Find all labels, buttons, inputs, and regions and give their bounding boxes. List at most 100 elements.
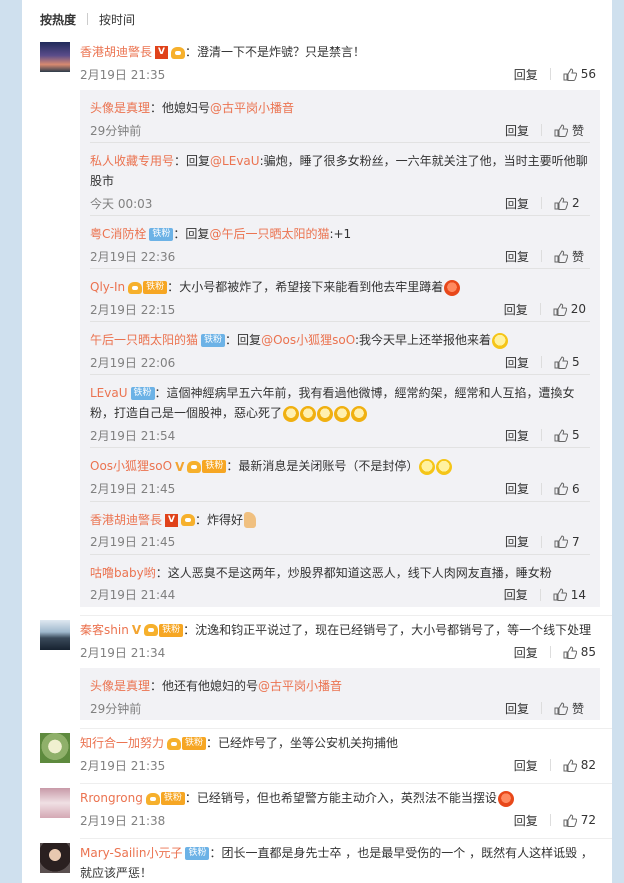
sort-by-hot[interactable]: 按热度 (40, 11, 76, 28)
comment-text: 已经销号，但也希望警方能主动介入，英烈法不能当摆设 (196, 791, 497, 805)
fan-crown-icon (171, 46, 186, 59)
reply-button[interactable]: 回复 (514, 644, 538, 661)
reply-username[interactable]: 午后一只晒太阳的猫 (90, 333, 198, 347)
reply-button[interactable]: 回复 (505, 122, 529, 139)
comment-username[interactable]: 香港胡迪警長 (80, 45, 152, 59)
fan-badge: 铁粉 (202, 460, 227, 473)
thumbs-up-icon[interactable] (554, 701, 568, 715)
reply-button[interactable]: 回复 (514, 757, 538, 774)
angry-emoji-icon (497, 790, 514, 807)
like-count: 56 (580, 67, 596, 81)
reply-button[interactable]: 回复 (505, 533, 529, 550)
sort-bar: 按热度 按时间 (22, 0, 612, 38)
reply-button[interactable]: 回复 (505, 195, 529, 212)
comment-item: Mary-Sailin小元子 铁粉 ：团长一直都是身先士卒 ，也是最早受伤的一个 ，… (22, 839, 612, 883)
reply-button[interactable]: 回复 (504, 586, 528, 603)
comment-text: 沈逸和钧正平说过了，现在已经销号了，大小号都销号了，等一个线下处理 (195, 622, 592, 637)
like-count: 85 (580, 645, 596, 659)
thumbs-up-icon[interactable] (554, 482, 568, 495)
reply-button[interactable]: 回复 (505, 248, 529, 265)
thumbs-up-icon[interactable] (563, 645, 577, 659)
thumbs-up-icon[interactable] (553, 302, 567, 316)
reply-button[interactable]: 回复 (514, 812, 538, 829)
avatar[interactable] (40, 619, 70, 650)
comment-text: 澄清一下不是炸號？只是禁言！ (197, 45, 366, 59)
avatar[interactable] (40, 788, 70, 818)
avatar[interactable] (40, 42, 70, 72)
comment-username[interactable]: 知行合一加努力 (80, 736, 164, 750)
reply-username[interactable]: LEvaU (90, 386, 128, 400)
cry-emoji-icon (334, 405, 351, 422)
reply-list: 头像是真理：他还有他媳妇的号@古平岗小播音 29分钟前 回复赞 (80, 668, 600, 720)
sort-by-time[interactable]: 按时间 (99, 11, 135, 28)
thumbs-up-icon[interactable] (554, 535, 568, 548)
sort-divider (87, 13, 89, 25)
like-count: 82 (580, 758, 596, 772)
cry-emoji-icon (283, 405, 300, 422)
fan-crown-icon (181, 514, 196, 526)
thumbs-up-icon[interactable] (563, 758, 577, 772)
verified-icon: V (175, 459, 185, 474)
thumbs-up-icon[interactable] (554, 355, 568, 369)
fan-badge: 铁粉 (130, 387, 155, 400)
reply-button[interactable]: 回复 (505, 480, 529, 497)
mention-link[interactable]: @LEvaU (210, 154, 260, 168)
cry-emoji-icon (317, 405, 334, 422)
reply-item: Oos小狐狸soO V 铁粉 ：最新消息是关闭账号（不是封停） 2月19日 21:45… (90, 448, 590, 502)
reply-button[interactable]: 回复 (505, 427, 529, 444)
fan-crown-icon (145, 792, 160, 805)
comment-time: 2月19日 21:35 (80, 67, 166, 82)
reply-item: Qly-In 铁粉 ：大小号都被炸了，希望接下来能看到他去牢里蹲着 2月19日 22… (90, 269, 590, 322)
reply-button[interactable]: 回复 (505, 354, 529, 371)
thumbs-up-icon[interactable] (554, 196, 568, 210)
fan-badge: 铁粉 (159, 623, 184, 637)
verified-icon: V (131, 623, 142, 637)
comment-username[interactable]: Rrongrong (80, 791, 143, 805)
reply-username[interactable]: 头像是真理 (90, 101, 150, 115)
mention-link[interactable]: @古平岗小播音 (258, 679, 342, 693)
mention-link[interactable]: @午后一只晒太阳的猫 (209, 227, 329, 241)
thumbs-up-icon[interactable] (554, 249, 568, 263)
avatar[interactable] (40, 733, 70, 763)
comment-text: 已经炸号了，坐等公安机关拘捕他 (218, 736, 399, 750)
comment-item: 知行合一加努力 铁粉 ：已经炸号了，坐等公安机关拘捕他 2月19日 21:35 回复… (22, 729, 612, 777)
fan-badge: 铁粉 (182, 737, 207, 750)
mention-link[interactable]: @古平岗小播音 (210, 101, 294, 115)
reply-button[interactable]: 回复 (514, 66, 538, 83)
thumbs-up-icon[interactable] (563, 67, 577, 81)
thumbs-up-icon[interactable] (554, 123, 568, 137)
reply-item: 午后一只晒太阳的猫 铁粉 ：回复@Oos小狐狸soO:我今天早上还举报他来着 2月1… (90, 322, 590, 375)
thumbs-up-icon[interactable] (554, 428, 568, 442)
fan-badge: 铁粉 (160, 792, 185, 805)
reply-username[interactable]: 香港胡迪警長 (90, 513, 162, 527)
thumbs-up-icon[interactable] (553, 588, 567, 601)
comment-username[interactable]: Mary-Sailin小元子 (80, 846, 182, 860)
reply-item: 头像是真理：他媳妇号@古平岗小播音 29分钟前 回复赞 (90, 90, 590, 143)
reply-username[interactable]: 咕噜baby哟 (90, 566, 156, 580)
reply-username[interactable]: Qly-In (90, 280, 125, 294)
avatar[interactable] (40, 843, 70, 873)
comment-username[interactable]: 秦客shin (80, 623, 129, 637)
reply-item: LEvaU 铁粉 ：這個神經病早五六年前，我有看過他微博，經常約架，經常和人互掐，遭… (90, 375, 590, 448)
cry-emoji-icon (351, 405, 368, 422)
reply-username[interactable]: 私人收藏专用号 (90, 154, 174, 168)
reply-username[interactable]: Oos小狐狸soO (90, 459, 172, 473)
reply-list: 头像是真理：他媳妇号@古平岗小播音 29分钟前 回复赞 私人收藏专用号：回复@LE… (80, 90, 600, 607)
reply-username[interactable]: 粤C消防栓 (90, 227, 146, 241)
reply-item: 咕噜baby哟：这人恶臭不是这两年，炒股界都知道这恶人，线下人肉网友直播，睡女粉… (90, 565, 586, 603)
reply-button[interactable]: 回复 (504, 301, 528, 318)
reply-button[interactable]: 回复 (505, 700, 529, 717)
fan-badge: 铁粉 (185, 847, 210, 860)
fan-crown-icon (187, 460, 202, 473)
reply-item: 香港胡迪警長 V ：炸得好 2月19日 21:45 回复 7 (90, 502, 590, 555)
comment-item: 香港胡迪警長 V ：澄清一下不是炸號？只是禁言！ 2月19日 21:35 回复 56 (22, 38, 612, 86)
cry-emoji-icon (300, 405, 317, 422)
comment-item: 秦客shin V 铁粉 ：沈逸和钧正平说过了，现在已经销号了，大小号都销号了，等一个线… (22, 616, 612, 665)
mention-link[interactable]: @Oos小狐狸soO (261, 333, 355, 347)
smile-emoji-icon (419, 458, 436, 475)
reply-item: 私人收藏专用号：回复@LEvaU:骗炮，睡了很多女粉丝，一六年就关注了他，当时主… (90, 143, 590, 216)
reply-username[interactable]: 头像是真理 (90, 679, 150, 693)
comment-time: 2月19日 21:38 (80, 813, 166, 828)
comment-panel: 按热度 按时间 香港胡迪警長 V ：澄清一下不是炸號？只是禁言！ 2月19日 21:… (22, 0, 612, 883)
thumbs-up-icon[interactable] (563, 813, 577, 827)
